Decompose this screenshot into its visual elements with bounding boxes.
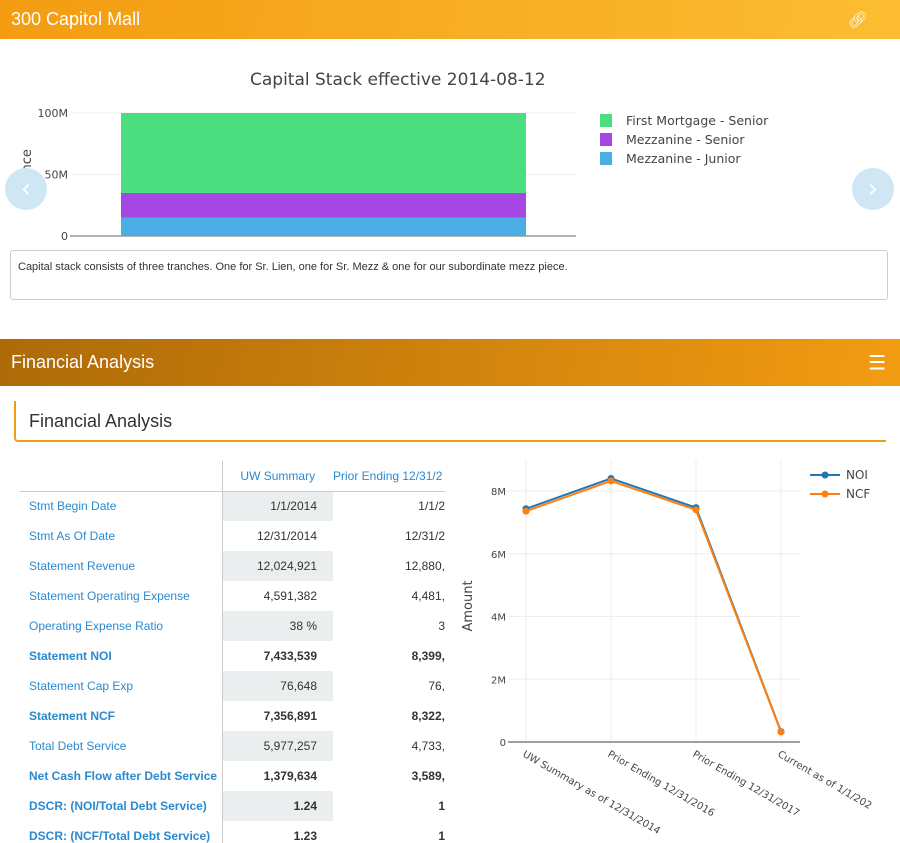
prior-value: 12,880, [404,559,445,573]
column-header-uw[interactable]: UW Summary [222,461,333,492]
hamburger-icon[interactable]: ☰ [868,350,886,375]
y-tick-label: 0 [500,738,506,749]
prior-value: 76, [428,679,445,693]
uw-value: 1.24 [222,791,333,821]
next-slide-button[interactable]: › [852,168,894,210]
financial-table: UW Summary Prior Ending 12/31/2 Stmt Beg… [20,461,445,843]
prior-value: 4,481, [411,589,445,603]
uw-value: 1,379,634 [263,769,317,783]
table-row: DSCR: (NCF/Total Debt Service) 1.23 1 [20,821,445,843]
y-tick-label: 8M [491,487,506,498]
row-label[interactable]: Statement Cap Exp [20,671,223,701]
row-label[interactable]: Stmt As Of Date [20,521,223,551]
data-point [692,506,700,514]
legend-marker [821,471,829,479]
row-label[interactable]: Operating Expense Ratio [20,611,223,641]
row-label[interactable]: DSCR: (NCF/Total Debt Service) [20,821,223,843]
legend-swatch [600,152,612,165]
x-tick-label: UW Summary as of 12/31/2014 [521,749,662,837]
prior-value: 3,589, [411,769,445,783]
table-row: Statement NOI 7,433,539 8,399, [20,641,445,671]
chevron-right-icon: › [867,174,879,204]
row-label[interactable]: Statement Revenue [20,551,223,581]
data-point [777,728,785,736]
prior-value: 1/1/2 [418,499,445,514]
uw-value: 76,648 [222,671,333,701]
prior-value: 1 [438,829,445,843]
uw-value: 12,024,921 [222,551,333,581]
data-point [522,507,530,515]
prior-value: 4,733, [411,739,445,753]
column-header [20,461,223,492]
uw-value: 1/1/2014 [222,491,333,521]
table-row: Statement Operating Expense 4,591,382 4,48… [20,581,445,611]
legend-label: Mezzanine - Junior [626,151,741,166]
table-row: Statement NCF 7,356,891 8,322, [20,701,445,731]
noi-ncf-line-chart: 0 2M 4M 6M 8M Amount UW Summary as of 12/31/20… [461,460,873,837]
series-line [525,479,782,733]
table-row: Stmt Begin Date 1/1/2014 1/1/2 [20,491,445,521]
uw-value: 1.23 [293,829,317,843]
legend-label: NCF [846,487,870,501]
legend-label: First Mortgage - Senior [626,113,769,128]
uw-value: 38 % [222,611,333,641]
legend-label: Mezzanine - Senior [626,132,745,147]
row-label[interactable]: Net Cash Flow after Debt Service [20,761,223,791]
uw-value: 7,433,539 [263,649,317,663]
column-header-prior[interactable]: Prior Ending 12/31/2 [333,461,445,492]
y-axis-label: Amount [461,580,476,631]
table-header-row: UW Summary Prior Ending 12/31/2 [20,461,445,492]
prior-value: 12/31/2 [404,529,445,543]
y-tick-label: 6M [491,550,506,561]
row-label[interactable]: Statement NOI [20,641,223,671]
y-tick-label: 2M [491,675,506,686]
legend-label: NOI [846,468,868,482]
y-tick-label: 4M [491,613,506,624]
uw-value: 7,356,891 [263,709,317,723]
prior-value: 8,399, [411,649,445,663]
series-line [525,477,782,733]
table-row: Statement Revenue 12,024,921 12,880, [20,551,445,581]
row-label[interactable]: Total Debt Service [20,731,223,761]
data-point [607,477,615,485]
table-row: Operating Expense Ratio 38 % 3 [20,611,445,641]
prior-value: 3 [438,619,445,633]
uw-value: 12/31/2014 [256,529,317,543]
row-label[interactable]: Stmt Begin Date [20,491,223,521]
uw-value: 4,591,382 [263,589,317,603]
row-label[interactable]: DSCR: (NOI/Total Debt Service) [20,791,223,821]
legend-marker [821,490,829,498]
row-label[interactable]: Statement NCF [20,701,223,731]
table-row: DSCR: (NOI/Total Debt Service) 1.24 1 [20,791,445,821]
table-row: Stmt As Of Date 12/31/2014 12/31/2 [20,521,445,551]
legend-swatch [600,133,612,146]
table-row: Total Debt Service 5,977,257 4,733, [20,731,445,761]
table-row: Statement Cap Exp 76,648 76, [20,671,445,701]
prior-value: 1 [438,799,445,813]
uw-value: 5,977,257 [222,731,333,761]
row-label[interactable]: Statement Operating Expense [20,581,223,611]
table-row: Net Cash Flow after Debt Service 1,379,63… [20,761,445,791]
prior-value: 8,322, [411,709,445,723]
legend-swatch [600,114,612,127]
